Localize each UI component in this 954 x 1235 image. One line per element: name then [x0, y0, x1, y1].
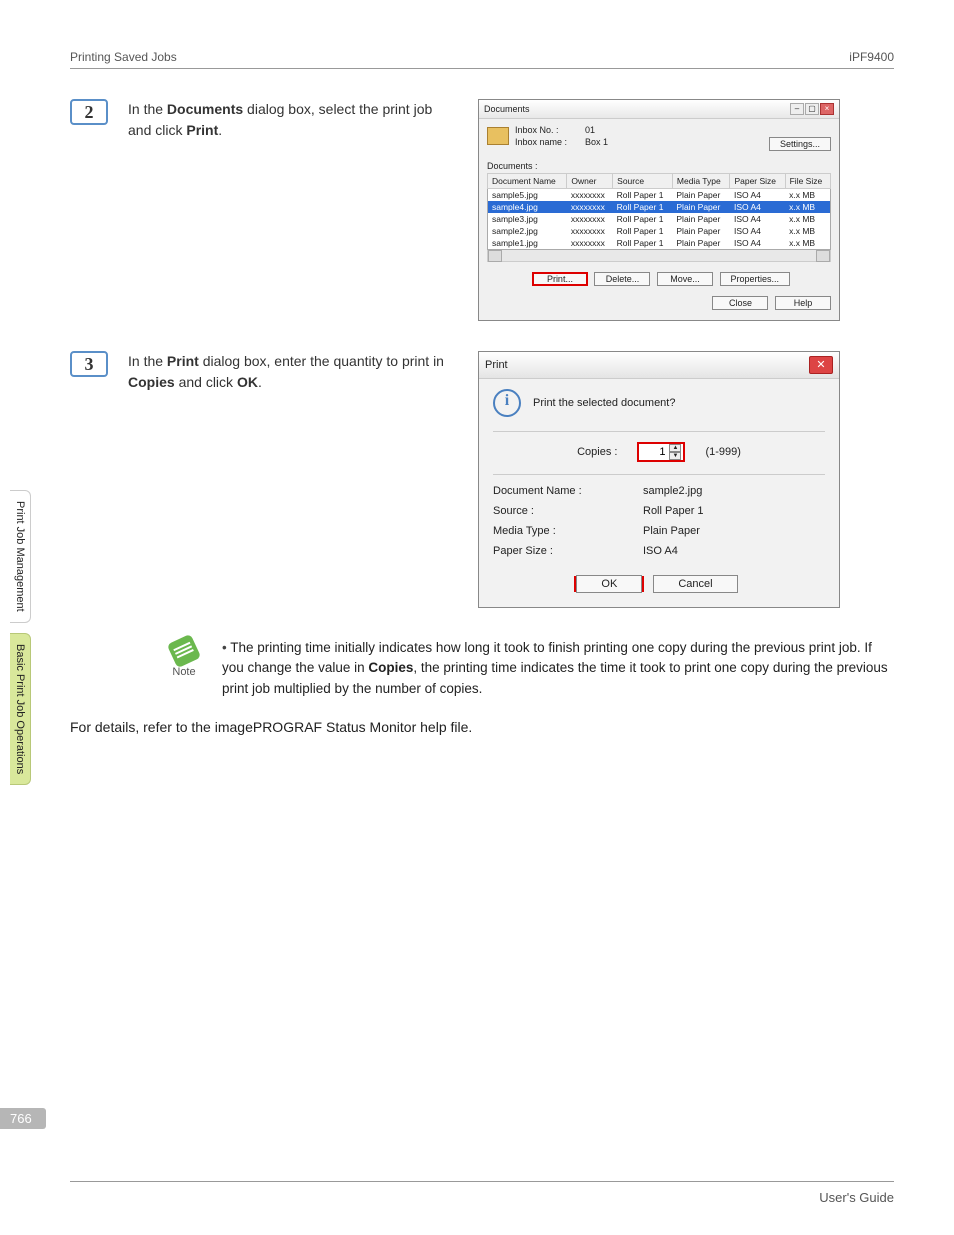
- paper-size-label: Paper Size :: [493, 545, 643, 557]
- print-button[interactable]: Print...: [532, 272, 588, 286]
- help-button[interactable]: Help: [775, 296, 831, 310]
- table-row[interactable]: sample5.jpgxxxxxxxxRoll Paper 1Plain Pap…: [488, 189, 831, 202]
- documents-list-label: Documents :: [487, 161, 831, 171]
- col-source[interactable]: Source: [613, 174, 673, 189]
- horizontal-scrollbar[interactable]: [487, 250, 831, 262]
- col-media-type[interactable]: Media Type: [672, 174, 730, 189]
- col-file-size[interactable]: File Size: [785, 174, 830, 189]
- note-icon: Note: [160, 638, 208, 678]
- documents-table: Document Name Owner Source Media Type Pa…: [487, 173, 831, 250]
- note-text: The printing time initially indicates ho…: [222, 638, 894, 699]
- documents-dialog-title: Documents: [484, 104, 530, 114]
- inbox-name-label: Inbox name :: [515, 137, 575, 147]
- copies-stepper[interactable]: ▲▼: [637, 442, 685, 462]
- footer-guide: User's Guide: [819, 1190, 894, 1205]
- col-paper-size[interactable]: Paper Size: [730, 174, 785, 189]
- info-icon: [493, 389, 521, 417]
- source-label: Source :: [493, 505, 643, 517]
- table-row[interactable]: sample4.jpgxxxxxxxxRoll Paper 1Plain Pap…: [488, 201, 831, 213]
- header-section-title: Printing Saved Jobs: [70, 50, 177, 64]
- close-button[interactable]: Close: [712, 296, 768, 310]
- print-question: Print the selected document?: [533, 397, 675, 409]
- closing-text: For details, refer to the imagePROGRAF S…: [70, 719, 894, 735]
- doc-name-label: Document Name :: [493, 485, 643, 497]
- side-tab-basic-ops[interactable]: Basic Print Job Operations: [10, 633, 31, 785]
- inbox-name-value: Box 1: [585, 137, 608, 147]
- minimize-icon[interactable]: –: [790, 103, 804, 115]
- properties-button[interactable]: Properties...: [720, 272, 791, 286]
- media-type-label: Media Type :: [493, 525, 643, 537]
- side-tab-print-job-mgmt[interactable]: Print Job Management: [10, 490, 31, 623]
- page-number: 766: [0, 1108, 46, 1129]
- copies-label: Copies :: [577, 446, 617, 458]
- inbox-icon: [487, 127, 509, 145]
- print-dialog: Print ✕ Print the selected document? Cop…: [478, 351, 840, 608]
- move-button[interactable]: Move...: [657, 272, 713, 286]
- col-doc-name[interactable]: Document Name: [488, 174, 567, 189]
- paper-size-value: ISO A4: [643, 545, 678, 557]
- ok-button[interactable]: OK: [576, 575, 642, 593]
- media-type-value: Plain Paper: [643, 525, 700, 537]
- step-2-text: In the Documents dialog box, select the …: [128, 99, 458, 141]
- step-number-3: 3: [70, 351, 108, 377]
- print-dialog-title: Print: [485, 359, 508, 371]
- table-row[interactable]: sample3.jpgxxxxxxxxRoll Paper 1Plain Pap…: [488, 213, 831, 225]
- doc-name-value: sample2.jpg: [643, 485, 702, 497]
- ok-button-highlight: OK: [574, 576, 644, 592]
- step-number-2: 2: [70, 99, 108, 125]
- settings-button[interactable]: Settings...: [769, 137, 831, 151]
- copies-range: (1-999): [705, 446, 740, 458]
- cancel-button[interactable]: Cancel: [653, 575, 737, 593]
- step-3-text: In the Print dialog box, enter the quant…: [128, 351, 458, 393]
- table-row[interactable]: sample1.jpgxxxxxxxxRoll Paper 1Plain Pap…: [488, 237, 831, 250]
- close-icon[interactable]: ×: [820, 103, 834, 115]
- header-model: iPF9400: [849, 50, 894, 64]
- inbox-no-label: Inbox No. :: [515, 125, 575, 135]
- copies-input[interactable]: [641, 444, 667, 460]
- source-value: Roll Paper 1: [643, 505, 704, 517]
- col-owner[interactable]: Owner: [567, 174, 613, 189]
- documents-dialog: Documents – ▢ × Inbox No. : 01 Inbox name…: [478, 99, 840, 321]
- table-row[interactable]: sample2.jpgxxxxxxxxRoll Paper 1Plain Pap…: [488, 225, 831, 237]
- inbox-no-value: 01: [585, 125, 595, 135]
- maximize-icon[interactable]: ▢: [805, 103, 819, 115]
- spin-up-icon[interactable]: ▲: [669, 444, 681, 452]
- delete-button[interactable]: Delete...: [594, 272, 650, 286]
- spin-down-icon[interactable]: ▼: [669, 452, 681, 460]
- close-icon[interactable]: ✕: [809, 356, 833, 374]
